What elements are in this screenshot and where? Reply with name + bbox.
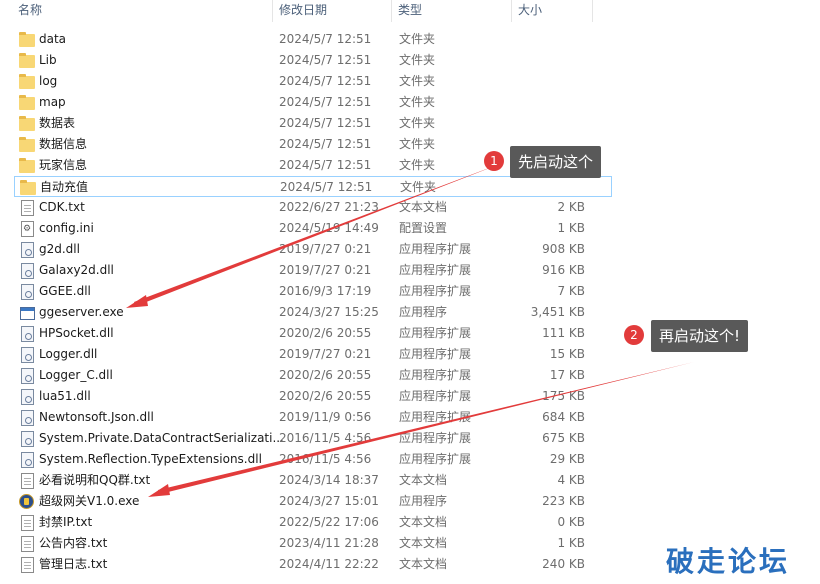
arrow-to-gateway [158, 362, 694, 494]
arrow-head-2 [148, 484, 170, 497]
step-badge-1: 1 [484, 151, 504, 171]
callout-step-2: 再启动这个! [651, 320, 749, 352]
annotation-arrows [126, 162, 694, 497]
arrow-to-ggeserver [134, 162, 505, 306]
step-badge-2: 2 [624, 325, 644, 345]
callout-step-1: 先启动这个 [510, 146, 602, 178]
watermark-text: 破走论坛 [666, 545, 791, 578]
arrow-head-1 [126, 295, 148, 308]
